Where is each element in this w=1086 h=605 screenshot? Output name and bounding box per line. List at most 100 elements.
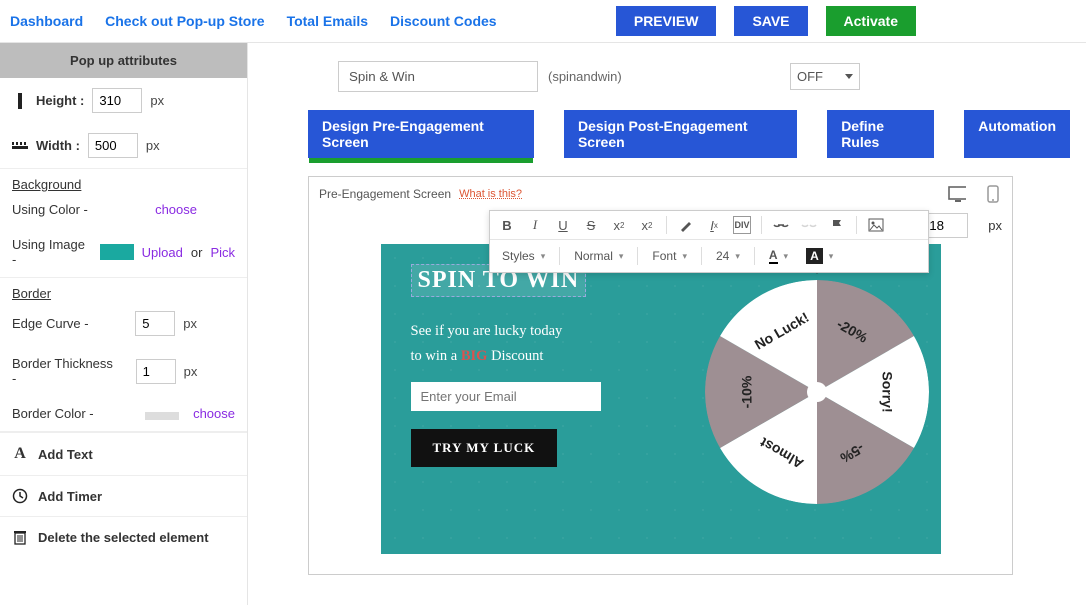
width-icon xyxy=(12,140,28,152)
using-image-row: Using Image - Upload or Pick xyxy=(0,227,247,278)
font-select[interactable]: Font▾ xyxy=(648,246,691,266)
delete-element-label: Delete the selected element xyxy=(38,530,209,545)
border-color-row: Border Color - choose xyxy=(0,396,247,432)
underline-icon[interactable]: U xyxy=(554,216,572,234)
edge-curve-input[interactable] xyxy=(135,311,175,336)
preview-button[interactable]: PREVIEW xyxy=(616,6,717,36)
height-input[interactable] xyxy=(92,88,142,113)
height-icon xyxy=(12,93,28,109)
width-label: Width : xyxy=(36,138,80,153)
activate-button[interactable]: Activate xyxy=(826,6,916,36)
tab-define-rules[interactable]: Define Rules xyxy=(827,110,934,158)
clear-format-icon[interactable]: Ix xyxy=(705,216,723,234)
pick-link[interactable]: Pick xyxy=(210,245,235,260)
content: (spinandwin) OFF Design Pre-Engagement S… xyxy=(248,43,1086,605)
what-is-this-link[interactable]: What is this? xyxy=(459,188,522,200)
paint-icon[interactable] xyxy=(677,216,695,234)
width-row: Width : px xyxy=(0,123,247,169)
status-select[interactable]: OFF xyxy=(790,63,860,90)
add-timer-label: Add Timer xyxy=(38,489,102,504)
height-unit: px xyxy=(150,93,164,108)
add-text-label: Add Text xyxy=(38,447,93,462)
image-icon[interactable] xyxy=(867,216,885,234)
height-label: Height : xyxy=(36,93,84,108)
background-section: Background xyxy=(0,169,247,192)
add-text-action[interactable]: A Add Text xyxy=(0,432,247,475)
nav-popup-store[interactable]: Check out Pop-up Store xyxy=(105,13,264,29)
choose-color-link[interactable]: choose xyxy=(155,202,197,217)
size-select[interactable]: 24▾ xyxy=(712,246,744,266)
stage: Pre-Engagement Screen What is this? Whee… xyxy=(308,176,1013,575)
font-size-unit: px xyxy=(988,218,1002,233)
text-color-select[interactable]: A▾ xyxy=(765,245,792,267)
delete-element-action[interactable]: Delete the selected element xyxy=(0,516,247,557)
width-input[interactable] xyxy=(88,133,138,158)
wheel[interactable]: -20%Sorry!-5%Almost-10%No Luck! xyxy=(705,262,929,504)
popup-slug: (spinandwin) xyxy=(548,69,622,84)
using-color-row: Using Color - choose xyxy=(0,192,247,227)
border-thickness-input[interactable] xyxy=(136,359,176,384)
wheel-slice-label: Sorry! xyxy=(879,371,895,412)
tab-automation[interactable]: Automation xyxy=(964,110,1070,158)
div-icon[interactable]: DIV xyxy=(733,216,751,234)
save-button[interactable]: SAVE xyxy=(734,6,807,36)
stage-title: Pre-Engagement Screen xyxy=(319,187,451,201)
link-icon[interactable] xyxy=(772,216,790,234)
italic-icon[interactable]: I xyxy=(526,216,544,234)
nav-total-emails[interactable]: Total Emails xyxy=(287,13,368,29)
wheel-slice-label: -10% xyxy=(738,375,754,408)
email-input[interactable] xyxy=(411,382,601,411)
format-select[interactable]: Normal▾ xyxy=(570,246,627,266)
border-color-swatch xyxy=(145,412,179,420)
status-value: OFF xyxy=(797,69,823,84)
chevron-down-icon xyxy=(845,74,853,79)
top-bar: Dashboard Check out Pop-up Store Total E… xyxy=(0,0,1086,43)
sidebar: Pop up attributes Height : px Width : px… xyxy=(0,43,248,605)
name-bar: (spinandwin) OFF xyxy=(338,61,1070,92)
nav-discount-codes[interactable]: Discount Codes xyxy=(390,13,497,29)
using-color-label: Using Color - xyxy=(12,202,88,217)
tab-row: Design Pre-Engagement Screen Design Post… xyxy=(308,110,1070,158)
edge-curve-label: Edge Curve - xyxy=(12,316,89,331)
popup-name-input[interactable] xyxy=(338,61,538,92)
bold-icon[interactable]: B xyxy=(498,216,516,234)
image-swatch xyxy=(100,244,134,260)
upload-link[interactable]: Upload xyxy=(142,245,183,260)
popup-subtitle[interactable]: See if you are lucky today to win a BIG … xyxy=(411,319,661,368)
using-image-label: Using Image - xyxy=(12,237,92,267)
stage-header: Pre-Engagement Screen What is this? xyxy=(319,185,1002,203)
top-actions: PREVIEW SAVE Activate xyxy=(616,6,1076,36)
border-thickness-label: Border Thickness - xyxy=(12,356,120,386)
edge-curve-row: Edge Curve - px xyxy=(0,301,247,346)
nav-dashboard[interactable]: Dashboard xyxy=(10,13,83,29)
tab-design-post[interactable]: Design Post-Engagement Screen xyxy=(564,110,797,158)
try-luck-button[interactable]: TRY MY LUCK xyxy=(411,429,558,467)
font-size-input[interactable] xyxy=(922,213,968,238)
nav-links: Dashboard Check out Pop-up Store Total E… xyxy=(10,13,497,29)
height-row: Height : px xyxy=(0,78,247,123)
or-text: or xyxy=(191,245,203,260)
wheel-hub xyxy=(807,382,827,402)
border-color-label: Border Color - xyxy=(12,406,94,421)
add-timer-action[interactable]: Add Timer xyxy=(0,475,247,516)
popup-left: SPIN TO WIN See if you are lucky today t… xyxy=(411,264,661,534)
styles-select[interactable]: Styles▾ xyxy=(498,246,549,266)
trash-icon xyxy=(12,529,28,545)
sidebar-header: Pop up attributes xyxy=(0,43,247,78)
text-icon: A xyxy=(12,445,28,463)
desktop-icon[interactable] xyxy=(948,185,966,203)
flag-icon[interactable] xyxy=(828,216,846,234)
mobile-icon[interactable] xyxy=(984,185,1002,203)
popup-canvas[interactable]: SPIN TO WIN See if you are lucky today t… xyxy=(381,244,941,554)
width-unit: px xyxy=(146,138,160,153)
border-thickness-row: Border Thickness - px xyxy=(0,346,247,396)
edge-curve-unit: px xyxy=(183,316,197,331)
tab-design-pre[interactable]: Design Pre-Engagement Screen xyxy=(308,110,534,158)
bg-color-select[interactable]: A▾ xyxy=(802,245,837,267)
subscript-icon[interactable]: x2 xyxy=(610,216,628,234)
clock-icon xyxy=(12,488,28,504)
strike-icon[interactable]: S xyxy=(582,216,600,234)
unlink-icon[interactable] xyxy=(800,216,818,234)
choose-border-color[interactable]: choose xyxy=(193,406,235,421)
superscript-icon[interactable]: x2 xyxy=(638,216,656,234)
